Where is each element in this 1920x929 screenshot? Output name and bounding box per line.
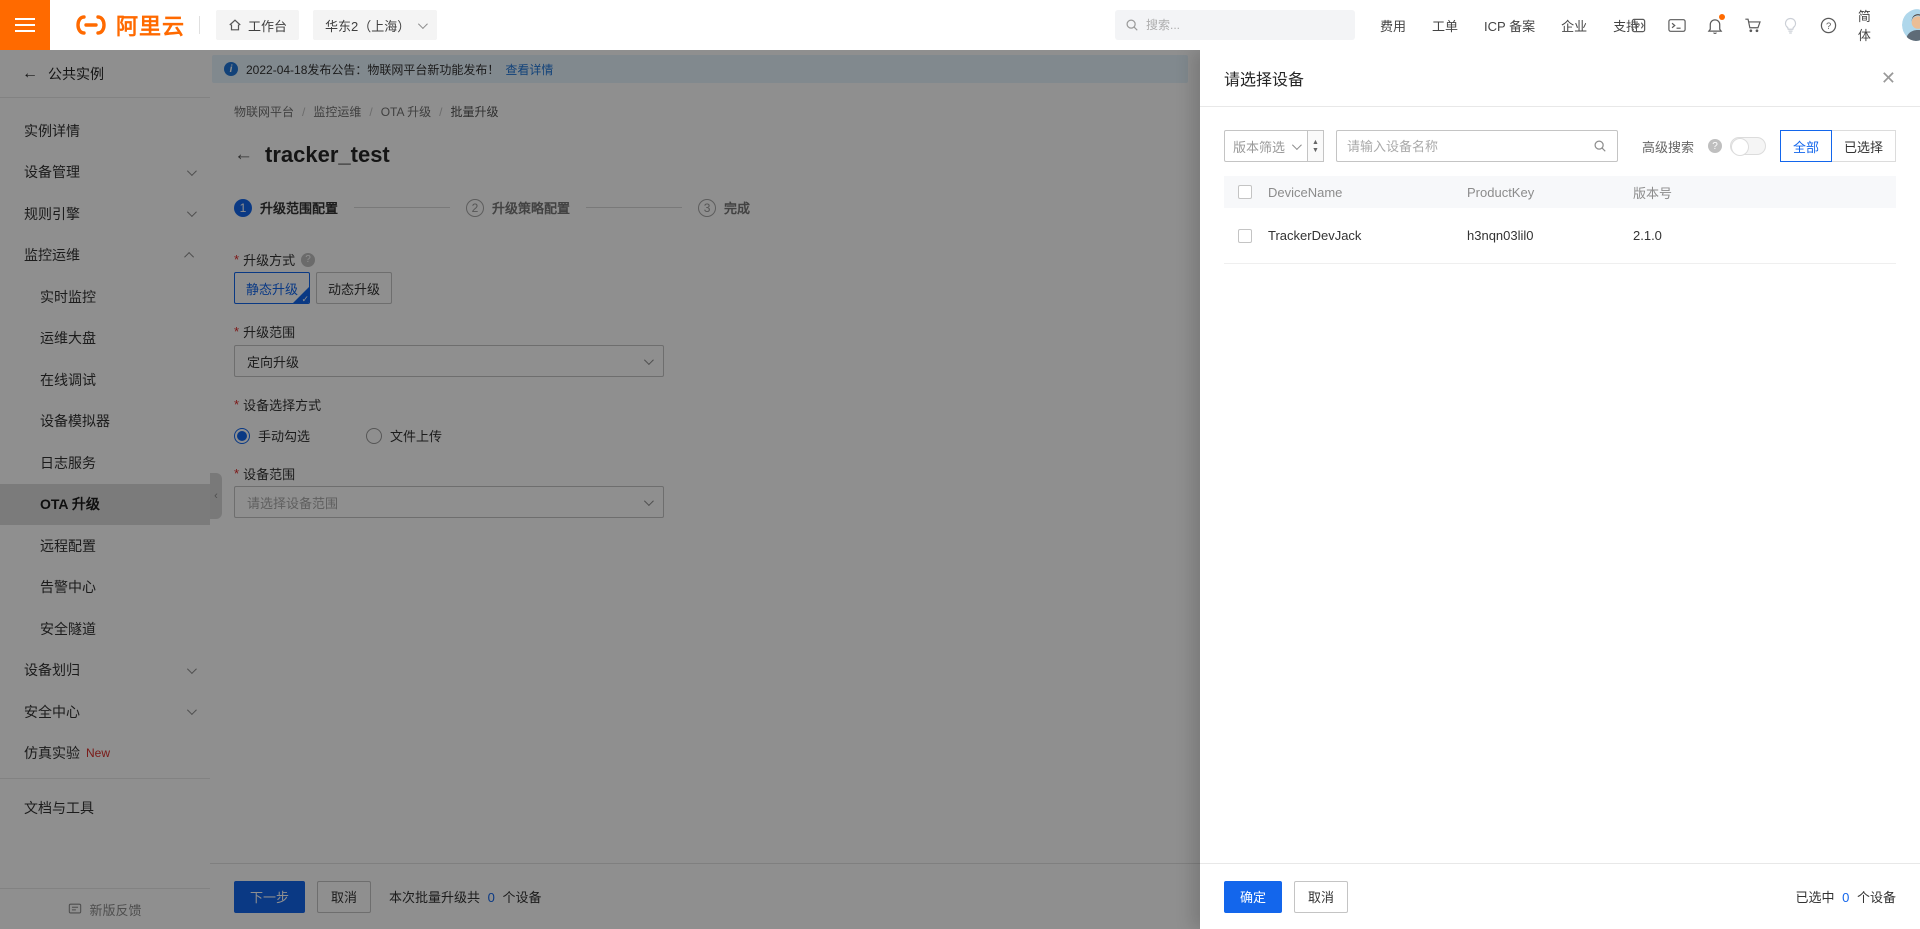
- col-version: 版本号: [1633, 185, 1673, 201]
- selected-count: 0: [1842, 890, 1850, 905]
- confirm-button[interactable]: 确定: [1224, 880, 1283, 913]
- cart-icon[interactable]: [1744, 16, 1762, 34]
- version-filter-select[interactable]: 版本筛选: [1224, 130, 1308, 162]
- notification-badge: [1719, 14, 1725, 20]
- advanced-search-label: 高级搜索: [1641, 139, 1694, 155]
- nav-tickets[interactable]: 工单: [1432, 16, 1458, 35]
- chevron-down-icon: [1291, 139, 1302, 150]
- selected-summary: 已选中 0 个设备: [1795, 890, 1896, 905]
- cell-version: 2.1.0: [1633, 228, 1662, 243]
- svg-text:?: ?: [1826, 20, 1831, 31]
- select-all-checkbox[interactable]: [1238, 185, 1252, 199]
- device-table: DeviceName ProductKey 版本号 TrackerDevJack…: [1224, 176, 1896, 264]
- region-label: 华东2（上海）: [325, 18, 411, 34]
- col-product-key: ProductKey: [1467, 184, 1535, 200]
- help-icon[interactable]: ?: [1820, 16, 1837, 34]
- advanced-search: 高级搜索 ?: [1642, 137, 1766, 156]
- col-device-name: DeviceName: [1268, 184, 1343, 200]
- spinner-up-icon[interactable]: ▲: [1312, 139, 1319, 146]
- table-row[interactable]: TrackerDevJack h3nqn03lil0 2.1.0: [1224, 208, 1896, 264]
- aliyun-logo[interactable]: 阿里云: [72, 9, 185, 41]
- nav-billing[interactable]: 费用: [1380, 16, 1406, 35]
- topbar: 阿里云 工作台 华东2（上海） 费用 工单 ICP 备案 企业 支持 P: [0, 0, 1920, 50]
- table-header-row: DeviceName ProductKey 版本号: [1224, 176, 1896, 208]
- topbar-links: 费用 工单 ICP 备案 企业 支持: [1380, 0, 1639, 50]
- language-selector[interactable]: 简体: [1858, 6, 1881, 44]
- nav-icp[interactable]: ICP 备案: [1484, 16, 1535, 35]
- svg-text:P: P: [1635, 21, 1640, 30]
- version-filter-label: 版本筛选: [1233, 139, 1286, 155]
- row-checkbox[interactable]: [1238, 228, 1252, 243]
- filter-all-button[interactable]: 全部: [1779, 130, 1832, 162]
- cell-product-key: h3nqn03lil0: [1467, 228, 1534, 243]
- filter-segment: 全部 已选择: [1779, 130, 1896, 162]
- divider: [199, 16, 201, 34]
- advanced-search-toggle[interactable]: [1729, 137, 1766, 156]
- drawer-title: 请选择设备: [1224, 72, 1305, 89]
- avatar[interactable]: [1901, 9, 1920, 41]
- filter-selected-button[interactable]: 已选择: [1830, 130, 1896, 162]
- logo-text: 阿里云: [116, 14, 186, 39]
- search-icon[interactable]: [1593, 139, 1607, 153]
- workbench-label: 工作台: [248, 18, 288, 34]
- home-icon: [229, 19, 241, 31]
- topbar-icons: P ? 简体: [1630, 0, 1920, 50]
- aliyun-logo-icon: [76, 15, 106, 35]
- search-icon: [1126, 19, 1138, 31]
- drawer-cancel-button[interactable]: 取消: [1294, 880, 1349, 913]
- nav-enterprise[interactable]: 企业: [1561, 16, 1587, 35]
- workbench-button[interactable]: 工作台: [216, 10, 300, 40]
- device-picker-drawer: 请选择设备 ✕ 版本筛选 ▲ ▼ 高级搜索 ? 全部 已: [1200, 50, 1920, 929]
- bell-icon[interactable]: [1707, 14, 1725, 34]
- region-selector[interactable]: 华东2（上海）: [313, 10, 438, 40]
- modal-overlay[interactable]: [0, 50, 1200, 929]
- global-search[interactable]: [1115, 10, 1355, 40]
- cell-device-name: TrackerDevJack: [1268, 228, 1362, 243]
- chevron-down-icon: [418, 18, 429, 29]
- drawer-toolbar: 版本筛选 ▲ ▼ 高级搜索 ? 全部 已选择: [1224, 130, 1896, 162]
- spinner-down-icon[interactable]: ▼: [1312, 147, 1319, 154]
- api-icon[interactable]: P: [1630, 16, 1647, 34]
- hamburger-menu-icon[interactable]: [0, 0, 50, 50]
- close-icon[interactable]: ✕: [1881, 69, 1896, 87]
- global-search-input[interactable]: [1146, 18, 1336, 32]
- help-icon[interactable]: ?: [1707, 139, 1722, 153]
- drawer-header: 请选择设备 ✕: [1200, 50, 1920, 107]
- terminal-icon[interactable]: [1668, 16, 1686, 34]
- device-name-search-input[interactable]: [1347, 138, 1593, 154]
- screen: 阿里云 工作台 华东2（上海） 费用 工单 ICP 备案 企业 支持 P: [0, 0, 1920, 929]
- device-name-search[interactable]: [1336, 130, 1618, 162]
- lightbulb-icon[interactable]: [1783, 16, 1799, 34]
- version-filter-stepper[interactable]: ▲ ▼: [1308, 130, 1324, 162]
- drawer-footer: 确定 取消 已选中 0 个设备: [1200, 863, 1920, 929]
